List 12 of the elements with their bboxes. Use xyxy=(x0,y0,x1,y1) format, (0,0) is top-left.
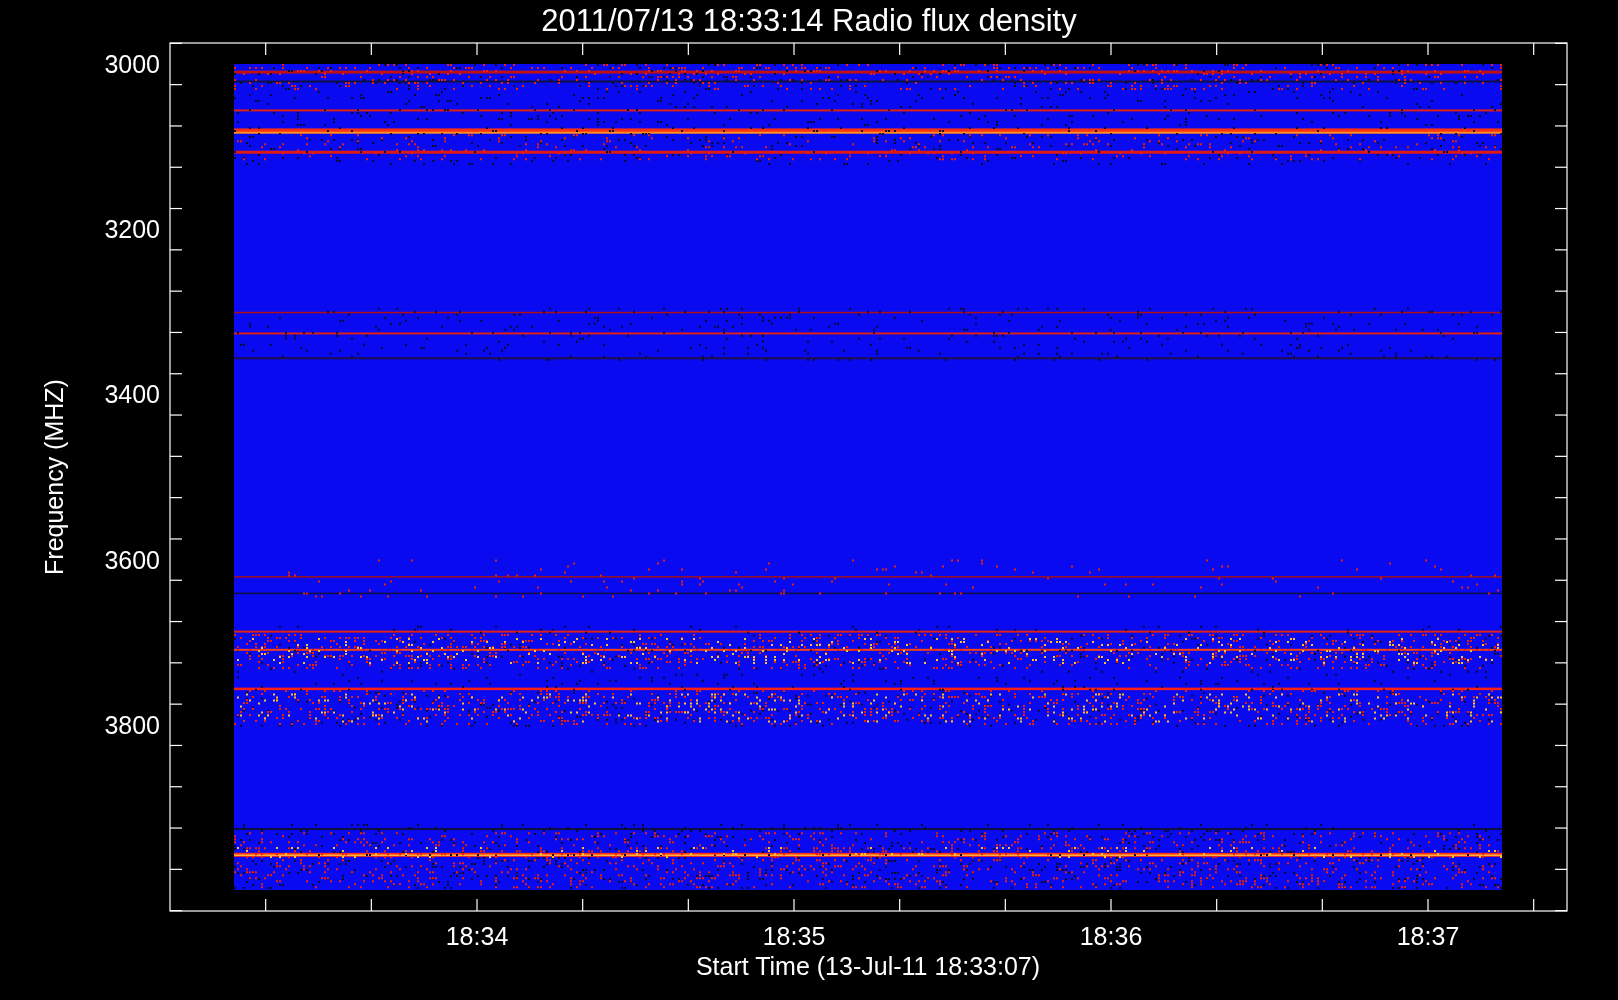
y-tick-label: 3000 xyxy=(104,50,160,78)
y-tick-label: 3600 xyxy=(104,545,160,574)
y-tick-label: 3400 xyxy=(104,380,160,409)
x-tick-label: 18:36 xyxy=(1079,922,1143,950)
x-axis-label: Start Time (13-Jul-11 18:33:07) xyxy=(695,952,1041,980)
plot-title: 2011/07/13 18:33:14 Radio flux density xyxy=(541,3,1077,38)
x-tick-label: 18:35 xyxy=(762,922,826,950)
y-axis-label: Frequency (MHZ) xyxy=(40,379,68,575)
y-tick-label: 3200 xyxy=(104,215,160,244)
x-tick-label: 18:34 xyxy=(445,922,509,950)
x-tick-label: 18:37 xyxy=(1396,922,1460,950)
y-tick-label: 3800 xyxy=(104,710,160,739)
